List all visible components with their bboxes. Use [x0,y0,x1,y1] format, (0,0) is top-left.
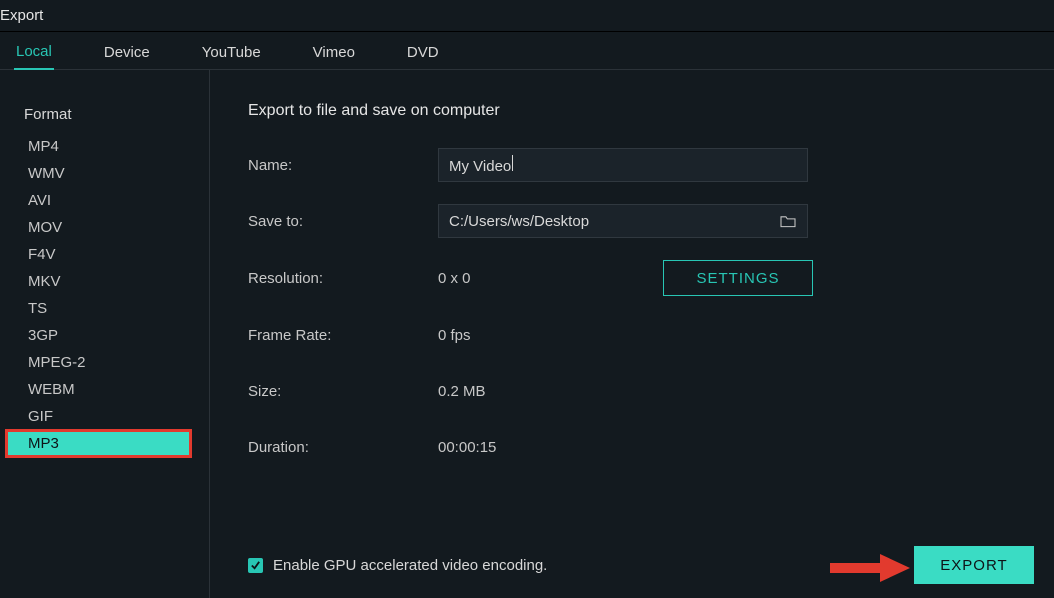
format-item-gif[interactable]: GIF [0,403,209,430]
size-label: Size: [248,383,438,400]
format-item-3gp[interactable]: 3GP [0,322,209,349]
format-item-mpeg2[interactable]: MPEG-2 [0,349,209,376]
gpu-encoding-row[interactable]: Enable GPU accelerated video encoding. [248,557,547,574]
duration-value: 00:00:15 [438,439,496,456]
format-item-ts[interactable]: TS [0,295,209,322]
tab-vimeo[interactable]: Vimeo [311,36,357,69]
tab-youtube[interactable]: YouTube [200,36,263,69]
text-caret [512,155,513,171]
format-sidebar: Format MP4 WMV AVI MOV F4V MKV TS 3GP MP… [0,70,210,598]
resolution-value: 0 x 0 [438,270,618,287]
size-value: 0.2 MB [438,383,486,400]
format-item-mp4[interactable]: MP4 [0,133,209,160]
format-item-mp3[interactable]: MP3 [6,430,191,457]
name-label: Name: [248,157,438,174]
gpu-label: Enable GPU accelerated video encoding. [273,557,547,574]
saveto-label: Save to: [248,213,438,230]
check-icon [250,560,261,571]
folder-icon[interactable] [779,214,797,228]
format-header: Format [0,94,209,133]
window-title: Export [0,7,43,24]
framerate-value: 0 fps [438,327,471,344]
gpu-checkbox[interactable] [248,558,263,573]
name-input-value: My Video [449,158,511,175]
tab-local[interactable]: Local [14,35,54,70]
export-button[interactable]: EXPORT [914,546,1034,584]
main-panel: Export to file and save on computer Name… [210,70,1054,598]
format-item-wmv[interactable]: WMV [0,160,209,187]
duration-label: Duration: [248,439,438,456]
main-title: Export to file and save on computer [248,102,1018,120]
tab-dvd[interactable]: DVD [405,36,441,69]
saveto-value: C:/Users/ws/Desktop [449,213,589,230]
name-input[interactable]: My Video [438,148,808,182]
export-tabs: Local Device YouTube Vimeo DVD [0,32,1054,70]
saveto-input[interactable]: C:/Users/ws/Desktop [438,204,808,238]
format-item-avi[interactable]: AVI [0,187,209,214]
resolution-label: Resolution: [248,270,438,287]
framerate-label: Frame Rate: [248,327,438,344]
format-item-mov[interactable]: MOV [0,214,209,241]
format-item-mkv[interactable]: MKV [0,268,209,295]
tab-device[interactable]: Device [102,36,152,69]
format-item-f4v[interactable]: F4V [0,241,209,268]
format-item-webm[interactable]: WEBM [0,376,209,403]
window-titlebar: Export [0,0,1054,32]
settings-button[interactable]: SETTINGS [663,260,813,296]
